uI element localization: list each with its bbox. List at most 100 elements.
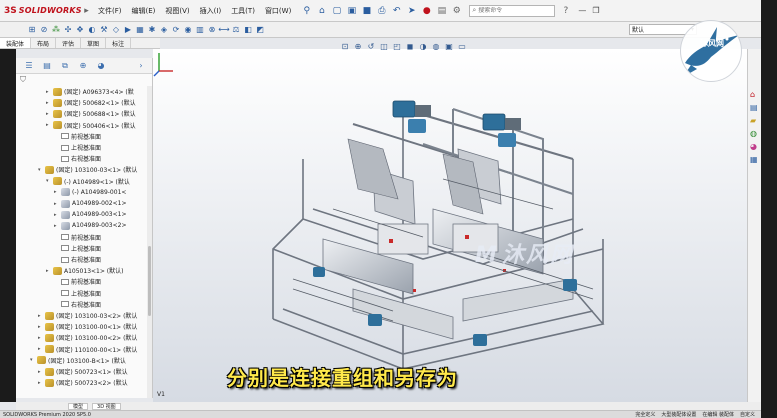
tree-node[interactable]: ▸ (固定) A096373<4> (默 xyxy=(46,86,134,97)
tree-node[interactable]: ▸ (固定) 103100-00<1> (默认 xyxy=(38,321,137,332)
expand-arrow-icon[interactable]: ▸ xyxy=(54,212,61,218)
section-view-hud-icon[interactable]: ◫ xyxy=(379,41,389,51)
take-snapshot-icon[interactable]: ◉ xyxy=(182,24,194,36)
expand-arrow-icon[interactable]: ▸ xyxy=(38,369,45,375)
zoom-area-icon[interactable]: ⊕ xyxy=(353,41,363,51)
restore-icon[interactable]: ❐ xyxy=(592,6,599,15)
expand-arrow-icon[interactable]: ▸ xyxy=(46,122,53,128)
filter-icon[interactable]: ⛉ xyxy=(16,74,152,86)
tree-node[interactable]: ▸ (固定) 500682<1> (默认 xyxy=(46,97,136,108)
undo-icon[interactable]: ↶ xyxy=(390,4,403,17)
home-icon[interactable]: ⌂ xyxy=(315,4,328,17)
status-large-assembly[interactable]: 大型装配体设置 xyxy=(661,411,696,418)
appearances-icon[interactable]: ◕ xyxy=(750,142,760,152)
smart-fasteners-icon[interactable]: ✣ xyxy=(62,24,74,36)
open-icon[interactable]: ▣ xyxy=(345,4,358,17)
linear-pattern-icon[interactable]: ⁂ xyxy=(50,24,62,36)
expand-menu-icon[interactable]: ▸ xyxy=(80,4,93,17)
collapse-arrow-icon[interactable]: ▾ xyxy=(30,357,37,363)
show-hidden-icon[interactable]: ◐ xyxy=(86,24,98,36)
display-style-icon[interactable]: ◩ xyxy=(254,24,266,36)
tab-assembly[interactable]: 装配体 xyxy=(0,38,32,48)
tab-model[interactable]: 模型 xyxy=(68,402,89,410)
expand-arrow-icon[interactable]: ▸ xyxy=(46,100,53,106)
expand-arrow-icon[interactable]: ▸ xyxy=(54,223,61,229)
assembly-features-icon[interactable]: ⚒ xyxy=(98,24,110,36)
large-assembly-icon[interactable]: ▥ xyxy=(194,24,206,36)
tree-node[interactable]: ▸ (固定) 500723<1> (默认 xyxy=(38,366,128,377)
graphics-area[interactable]: M 沐风网 V1 xyxy=(153,49,747,402)
expand-arrow-icon[interactable]: ▸ xyxy=(46,268,53,274)
view-settings-icon[interactable]: ▭ xyxy=(457,41,467,51)
tab-3d-views[interactable]: 3D 视图 xyxy=(92,402,121,410)
tree-node[interactable]: ▸ A104989-003<2> xyxy=(54,220,127,231)
insert-component-icon[interactable]: ⊞ xyxy=(26,24,38,36)
expand-arrow-icon[interactable]: ▸ xyxy=(38,380,45,386)
exploded-view-icon[interactable]: ✱ xyxy=(146,24,158,36)
measure-icon[interactable]: ⟷ xyxy=(218,24,230,36)
edit-appearance-icon[interactable]: ◍ xyxy=(431,41,441,51)
tree-node[interactable]: 右视基准面 xyxy=(54,299,101,310)
design-library-icon[interactable]: ▤ xyxy=(750,103,760,113)
menu-file[interactable]: 文件(F) xyxy=(93,6,127,16)
solidworks-logo[interactable]: 3S SOLIDWORKS xyxy=(0,6,82,16)
tree-node[interactable]: 上视基准面 xyxy=(54,288,101,299)
print-icon[interactable]: ⎙ xyxy=(375,4,388,17)
tree-node[interactable]: ▸ (-) A104989-001< xyxy=(54,187,126,198)
previous-view-icon[interactable]: ↺ xyxy=(366,41,376,51)
tree-node[interactable]: 前视基准面 xyxy=(54,131,101,142)
menu-view[interactable]: 视图(V) xyxy=(160,6,194,16)
interference-icon[interactable]: ⊗ xyxy=(206,24,218,36)
tree-node[interactable]: 上视基准面 xyxy=(54,243,101,254)
view-orientation-icon[interactable]: ◰ xyxy=(392,41,402,51)
help-icon[interactable]: ? xyxy=(559,4,572,17)
reference-geometry-icon[interactable]: ◇ xyxy=(110,24,122,36)
file-properties-icon[interactable]: ▤ xyxy=(435,4,448,17)
tree-node[interactable]: ▸ (固定) 500688<1> (默认 xyxy=(46,108,136,119)
chevron-right-icon[interactable]: › xyxy=(134,60,148,72)
tree-node[interactable]: ▸ (固定) 110100-00<1> (默认 xyxy=(38,344,137,355)
expand-arrow-icon[interactable]: ▸ xyxy=(54,201,61,207)
configuration-manager-icon[interactable]: ⧉ xyxy=(58,60,72,72)
solidworks-resources-icon[interactable]: ⌂ xyxy=(750,90,760,100)
file-explorer-icon[interactable]: ▰ xyxy=(750,116,760,126)
hide-show-items-icon[interactable]: ◑ xyxy=(418,41,428,51)
zoom-to-fit-icon[interactable]: ⊡ xyxy=(340,41,350,51)
update-speedpak-icon[interactable]: ⟳ xyxy=(170,24,182,36)
custom-properties-icon[interactable]: ▦ xyxy=(750,155,760,165)
collapse-arrow-icon[interactable]: ▾ xyxy=(38,167,45,173)
new-motion-study-icon[interactable]: ▶ xyxy=(122,24,134,36)
minimize-icon[interactable]: — xyxy=(578,6,586,15)
tree-node[interactable]: ▸ A104989-003<1> xyxy=(54,209,127,220)
mass-properties-icon[interactable]: ⚖ xyxy=(230,24,242,36)
tab-sketch[interactable]: 草图 xyxy=(81,38,107,48)
select-icon[interactable]: ➤ xyxy=(405,4,418,17)
tree-node[interactable]: ▸ (固定) 500406<1> (默认 xyxy=(46,120,136,131)
collapse-arrow-icon[interactable]: ▾ xyxy=(46,178,53,184)
tree-node[interactable]: 上视基准面 xyxy=(54,142,101,153)
move-component-icon[interactable]: ✥ xyxy=(74,24,86,36)
mate-icon[interactable]: ⊘ xyxy=(38,24,50,36)
tab-markup[interactable]: 标注 xyxy=(106,38,132,48)
menu-edit[interactable]: 编辑(E) xyxy=(127,6,161,16)
menu-tools[interactable]: 工具(T) xyxy=(226,6,260,16)
tree-node[interactable]: ▾ (固定) 103100-B<1> (默认 xyxy=(30,355,126,366)
property-manager-icon[interactable]: ▤ xyxy=(40,60,54,72)
tree-node[interactable]: ▾ (-) A104989<1> (默认 xyxy=(46,176,130,187)
new-document-icon[interactable]: ▢ xyxy=(330,4,343,17)
options-icon[interactable]: ⚙ xyxy=(450,4,463,17)
expand-arrow-icon[interactable]: ▸ xyxy=(46,89,53,95)
feature-tree-icon[interactable]: ☰ xyxy=(22,60,36,72)
expand-arrow-icon[interactable]: ▸ xyxy=(38,324,45,330)
tab-layout[interactable]: 布局 xyxy=(31,38,57,48)
expand-arrow-icon[interactable]: ▸ xyxy=(54,189,61,195)
tree-node[interactable]: ▸ (固定) 103100-00<2> (默认 xyxy=(38,332,137,343)
tree-node[interactable]: ▸ (固定) 103100-03<2> (默认 xyxy=(38,310,137,321)
menu-insert[interactable]: 插入(I) xyxy=(195,6,227,16)
section-view-icon[interactable]: ◧ xyxy=(242,24,254,36)
tree-node[interactable]: 前视基准面 xyxy=(54,276,101,287)
tree-node[interactable]: ▸ A105013<1> (默认) xyxy=(46,265,123,276)
bill-of-materials-icon[interactable]: ▦ xyxy=(134,24,146,36)
expand-arrow-icon[interactable]: ▸ xyxy=(46,111,53,117)
display-manager-icon[interactable]: ◕ xyxy=(94,60,108,72)
